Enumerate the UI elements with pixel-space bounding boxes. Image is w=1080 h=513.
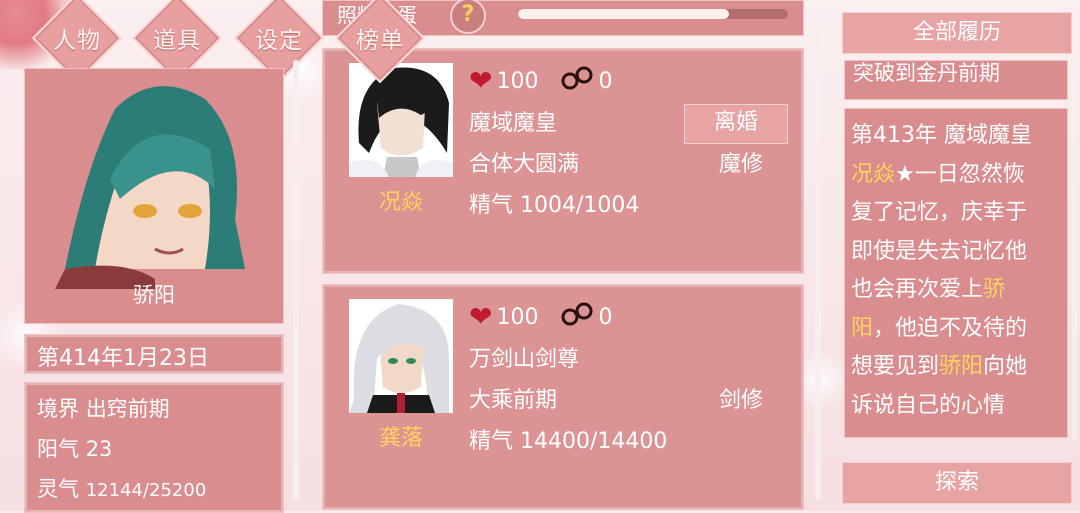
history-highlight-name: 骄阳 xyxy=(939,354,984,379)
nav-label: 人物 xyxy=(53,28,101,54)
stat-label: 灵气 xyxy=(37,477,79,501)
egg-progress-fill xyxy=(518,9,729,19)
left-scrollbar[interactable] xyxy=(293,60,299,500)
egg-progress-bar xyxy=(518,9,788,19)
history-previous-entry[interactable]: 突破到金丹前期 xyxy=(844,60,1068,100)
history-highlight-name: 况焱 xyxy=(851,161,896,187)
stat-value: 出窍前期 xyxy=(85,397,170,421)
nav-ranking-button[interactable]: 榜单 xyxy=(334,0,426,84)
spouse-portrait xyxy=(349,299,453,413)
player-portrait-panel[interactable]: 骄阳 xyxy=(24,68,284,324)
all-history-button[interactable]: 全部履历 xyxy=(842,12,1072,54)
captivity-value: 0 xyxy=(598,304,613,330)
affection-row: ❤ 100 0 xyxy=(469,301,612,333)
spouse-name: 龚落 xyxy=(378,426,423,451)
spouse-title: 魔域魔皇 xyxy=(469,111,558,136)
center-scrollbar[interactable] xyxy=(815,30,821,500)
affection-value: 100 xyxy=(496,304,539,330)
history-snippet: 突破到金丹前期 xyxy=(853,61,1000,85)
heart-icon: ❤ xyxy=(469,300,493,333)
affection-value: 100 xyxy=(496,68,539,94)
handcuffs-icon xyxy=(560,65,594,97)
spouse-card[interactable]: 况焱 ❤ 100 0 魔域魔皇 离婚 合体大圆满 魔修 精气 1004/1004 xyxy=(322,48,804,274)
stat-value: 23 xyxy=(85,437,113,461)
stat-spirit: 灵气 12144/25200 xyxy=(37,473,206,503)
divorce-button[interactable]: 离婚 xyxy=(684,104,788,144)
stat-label: 境界 xyxy=(37,397,79,421)
spouse-sect: 剑修 xyxy=(718,388,763,413)
nav-label: 榜单 xyxy=(356,28,404,54)
spouse-essence: 精气 14400/14400 xyxy=(469,429,668,454)
spouse-realm: 合体大圆满 xyxy=(469,152,580,177)
spouse-card[interactable]: 龚落 ❤ 100 0 万剑山剑尊 大乘前期 剑修 精气 14400/14400 xyxy=(322,284,804,510)
heart-icon: ❤ xyxy=(469,64,493,97)
spouse-avatar xyxy=(349,299,453,413)
affection-row: ❤ 100 0 xyxy=(469,65,612,97)
game-date: 第414年1月23日 xyxy=(37,346,209,371)
spouse-realm: 大乘前期 xyxy=(469,388,558,413)
stat-label: 阳气 xyxy=(37,437,79,461)
history-entry-panel[interactable]: 第413年 魔域魔皇况焱★一日忽然恢复了记忆，庆幸于即使是失去记忆他也会再次爱上… xyxy=(844,108,1068,438)
date-panel: 第414年1月23日 xyxy=(24,334,284,374)
spouse-essence: 精气 1004/1004 xyxy=(469,193,640,218)
nav-label: 道具 xyxy=(153,28,201,54)
help-button[interactable]: ? xyxy=(450,0,486,34)
stat-value: 12144/25200 xyxy=(85,480,207,501)
spouse-title: 万剑山剑尊 xyxy=(469,347,580,372)
history-text: 第413年 魔域魔皇 xyxy=(851,123,1032,148)
history-entry-text: 第413年 魔域魔皇况焱★一日忽然恢复了记忆，庆幸于即使是失去记忆他也会再次爱上… xyxy=(851,117,1041,425)
handcuffs-icon xyxy=(560,301,594,333)
nav-label: 设定 xyxy=(255,28,303,54)
captivity-value: 0 xyxy=(598,68,613,94)
explore-button[interactable]: 探索 xyxy=(842,462,1072,504)
history-scrollbar[interactable] xyxy=(1072,60,1077,440)
player-stats-panel: 境界 出窍前期 阳气 23 灵气 12144/25200 xyxy=(24,382,284,513)
player-portrait xyxy=(25,69,283,289)
spouse-sect: 魔修 xyxy=(718,152,763,177)
player-name: 骄阳 xyxy=(133,283,175,307)
stat-yang: 阳气 23 xyxy=(37,433,112,463)
stat-realm: 境界 出窍前期 xyxy=(37,393,170,423)
spouse-name: 况焱 xyxy=(378,190,423,215)
